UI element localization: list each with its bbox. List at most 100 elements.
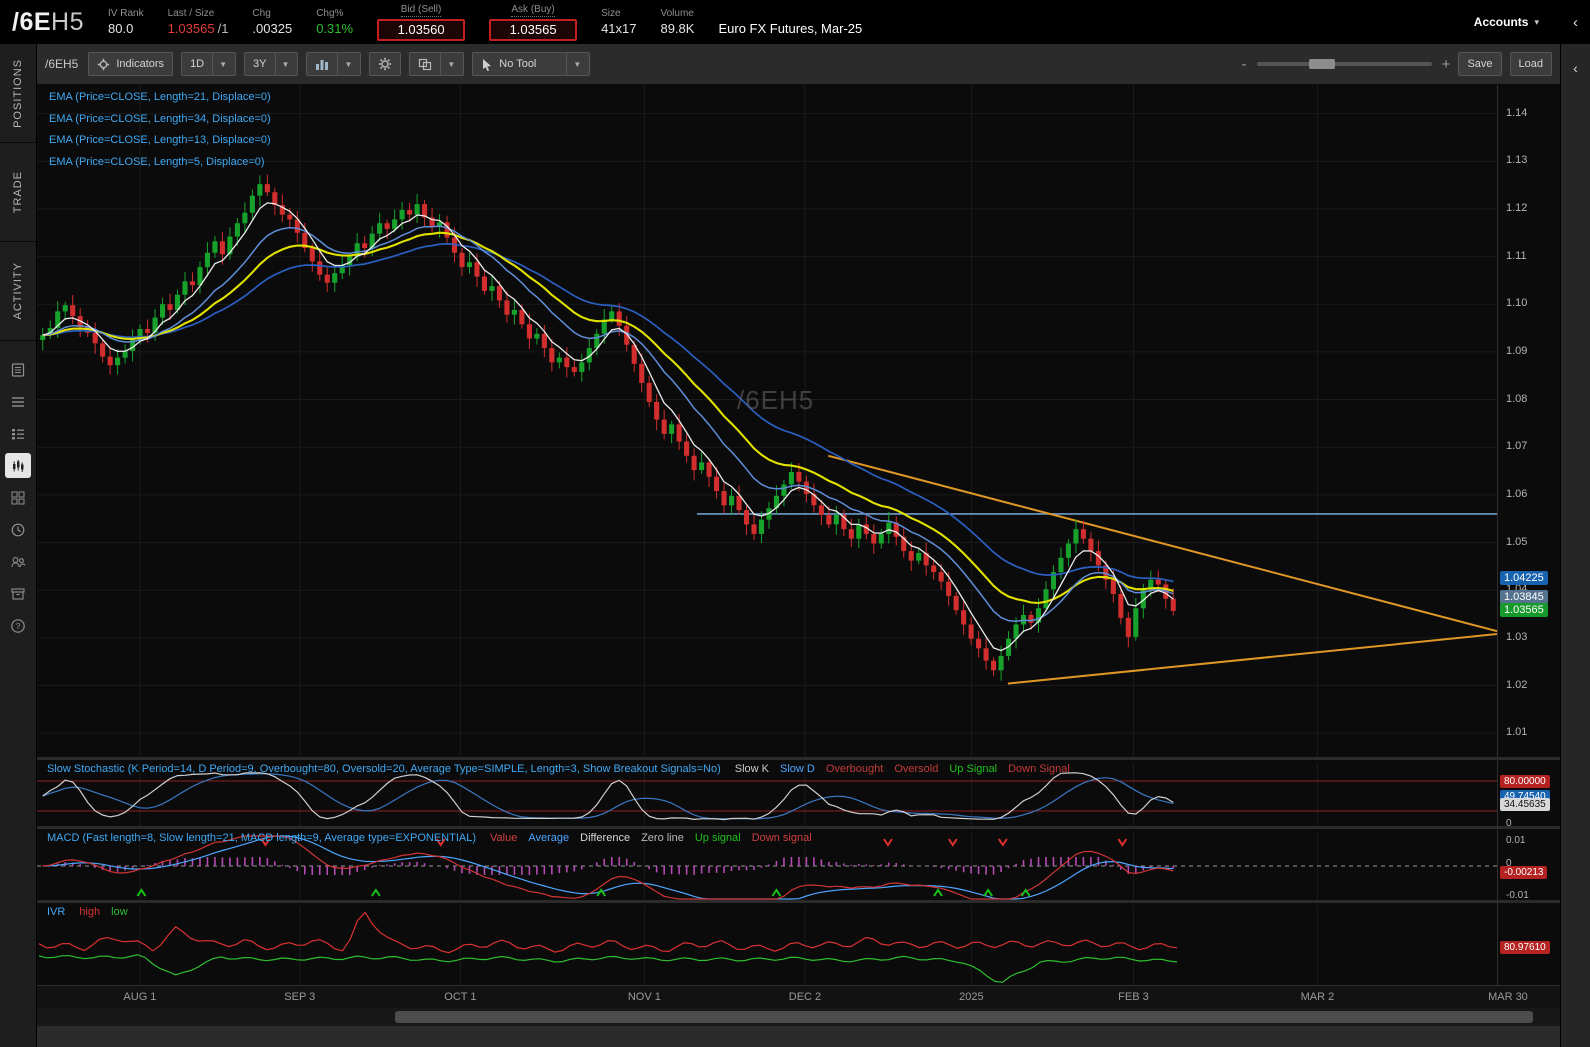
- x-axis-label: OCT 1: [444, 991, 477, 1003]
- drawing-tool-dropdown[interactable]: No Tool ▼: [472, 52, 591, 76]
- community-icon[interactable]: [5, 549, 31, 574]
- stoch-value-bubble: 34.45635: [1500, 797, 1550, 811]
- left-sidebar: POSITIONS TRADE ACTIVITY ?: [0, 44, 37, 1047]
- legend-item: Overbought: [825, 763, 884, 775]
- collapse-panel-icon[interactable]: ‹: [1573, 14, 1578, 31]
- help-icon[interactable]: ?: [5, 613, 31, 638]
- chart-scrollbar[interactable]: [37, 1008, 1560, 1026]
- iv-rank-value: 80.0: [108, 21, 134, 36]
- grid-icon[interactable]: [5, 485, 31, 510]
- stochastic-pane[interactable]: Slow Stochastic (K Period=14, D Period=9…: [37, 757, 1497, 826]
- ask-buy-button[interactable]: 1.03565: [489, 18, 578, 41]
- stochastic-title: Slow Stochastic (K Period=14, D Period=9…: [47, 763, 721, 775]
- legend-item: Slow D: [780, 763, 815, 775]
- chevron-down-icon: ▼: [274, 53, 289, 75]
- chevron-down-icon: ▾: [1534, 16, 1539, 27]
- patterns-dropdown[interactable]: ▼: [409, 52, 465, 76]
- ivr-axis: 80.97610: [1497, 900, 1560, 985]
- last-value: 1.03565: [167, 21, 215, 36]
- chevron-down-icon: ▼: [440, 53, 455, 75]
- bid-stat: Bid (Sell) 1.03560: [377, 4, 466, 41]
- toolbar-symbol-label: /6EH5: [45, 57, 79, 71]
- y-axis-label: 1.06: [1506, 487, 1528, 500]
- y-axis-label: 1.03: [1506, 630, 1528, 643]
- sidebar-tab-trade[interactable]: TRADE: [0, 143, 36, 242]
- price-axis[interactable]: 1.14 1.13 1.12 1.11 1.10 1.09 1.08 1.07 1.06 1.05…: [1497, 85, 1560, 757]
- right-collapsed-panel: ‹: [1560, 44, 1590, 1047]
- ivr-pane[interactable]: IVR high low: [37, 900, 1497, 985]
- cursor-icon: [483, 58, 492, 71]
- ask-label: Ask (Buy): [511, 3, 555, 17]
- legend-item: high: [79, 906, 101, 918]
- analyze-icon[interactable]: [5, 357, 31, 382]
- iv-rank-stat: IV Rank 80.0: [108, 8, 144, 36]
- bid-sell-button[interactable]: 1.03560: [377, 18, 466, 41]
- chevron-down-icon: ▼: [566, 53, 581, 75]
- sidebar-tab-positions[interactable]: POSITIONS: [0, 44, 36, 143]
- orders-icon[interactable]: [5, 421, 31, 446]
- contract-description: Euro FX Futures, Mar-25: [718, 20, 863, 36]
- gear-icon: [379, 57, 392, 71]
- legend-item: Up Signal: [949, 763, 998, 775]
- price-bubble: 1.03565: [1500, 602, 1548, 617]
- price-pane[interactable]: EMA (Price=CLOSE, Length=21, Displace=0)…: [37, 85, 1497, 757]
- charts-icon[interactable]: [5, 453, 31, 478]
- study-label: EMA (Price=CLOSE, Length=13, Displace=0): [49, 134, 271, 146]
- history-clock-icon[interactable]: [5, 517, 31, 542]
- chart-watermark: /6EH5: [737, 385, 815, 415]
- pattern-icon: [419, 58, 432, 70]
- zoom-out-button[interactable]: -: [1242, 56, 1247, 73]
- watchlist-icon[interactable]: [5, 389, 31, 414]
- quote-header: /6EH5 IV Rank 80.0 Last / Size 1.03565/1…: [0, 0, 1590, 44]
- timeframe-dropdown[interactable]: 1D ▼: [181, 52, 237, 76]
- stochastic-legend: Slow K Slow D Overbought Oversold Up Signal D…: [735, 763, 1070, 775]
- y-axis-label: 1.05: [1506, 535, 1528, 548]
- sidebar-tab-activity[interactable]: ACTIVITY: [0, 242, 36, 341]
- study-label: EMA (Price=CLOSE, Length=21, Displace=0): [49, 91, 271, 103]
- save-button[interactable]: Save: [1458, 52, 1502, 76]
- accounts-button[interactable]: Accounts ▾: [1474, 15, 1539, 29]
- y-axis-label: 1.01: [1506, 726, 1528, 739]
- zoom-slider-thumb[interactable]: [1309, 59, 1336, 69]
- chart-style-dropdown[interactable]: ▼: [306, 52, 362, 76]
- zoom-slider[interactable]: [1256, 59, 1432, 69]
- volume-label: Volume: [660, 8, 694, 19]
- y-axis-label: 1.10: [1506, 297, 1528, 310]
- zoom-in-button[interactable]: +: [1442, 56, 1451, 73]
- legend-item: Average: [528, 832, 570, 844]
- expand-panel-icon[interactable]: ‹: [1561, 60, 1590, 76]
- study-label: EMA (Price=CLOSE, Length=34, Displace=0): [49, 112, 271, 125]
- indicators-button[interactable]: Indicators: [88, 52, 174, 76]
- size-value: 41x17: [601, 21, 637, 36]
- chg-pct-value: 0.31%: [316, 21, 354, 36]
- y-axis-label: 1.11: [1506, 249, 1527, 262]
- y-axis-label: 1.07: [1506, 440, 1528, 453]
- legend-item: Zero line: [641, 832, 684, 844]
- y-axis-label: 1.09: [1506, 344, 1528, 357]
- stoch-value-bubble: 80.00000: [1500, 775, 1550, 788]
- indicators-gear-icon: [98, 58, 110, 70]
- chart-settings-button[interactable]: [369, 52, 402, 76]
- legend-item: Up signal: [694, 832, 741, 844]
- chg-pct-stat: Chg% 0.31%: [316, 8, 353, 36]
- svg-text:?: ?: [16, 621, 21, 631]
- range-dropdown[interactable]: 3Y ▼: [244, 52, 299, 76]
- macd-legend: Value Average Difference Zero line Up signal…: [490, 832, 812, 844]
- sidebar-icon-rail: ?: [0, 341, 36, 638]
- load-button[interactable]: Load: [1509, 52, 1552, 76]
- scrollbar-thumb[interactable]: [395, 1011, 1533, 1023]
- chevron-down-icon: ▼: [337, 53, 352, 75]
- tools-box-icon[interactable]: [5, 581, 31, 606]
- x-axis-label: MAR 30: [1488, 991, 1528, 1003]
- macd-value-bubble: -0.00213: [1500, 865, 1548, 879]
- chevron-down-icon: ▼: [212, 53, 227, 75]
- macd-pane[interactable]: MACD (Fast length=8, Slow length=21, MAC…: [37, 826, 1497, 900]
- legend-item: Oversold: [894, 763, 939, 775]
- chg-stat: Chg .00325: [252, 8, 292, 36]
- y-axis-label: 1.12: [1506, 201, 1528, 214]
- bar-chart-icon: [316, 59, 329, 70]
- legend-item: Slow K: [734, 763, 769, 775]
- last-size-label: Last / Size: [167, 8, 215, 19]
- y-axis-label: 1.13: [1506, 154, 1528, 167]
- bottom-strip: [37, 1026, 1560, 1047]
